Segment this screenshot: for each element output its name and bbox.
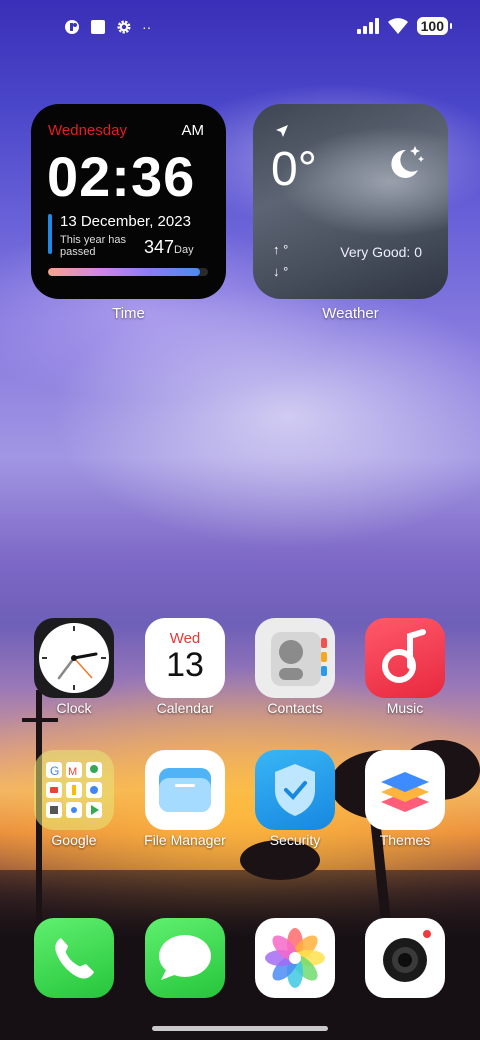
ampm-label: AM	[181, 122, 205, 139]
date-accent-bar	[48, 214, 52, 254]
dock-messages[interactable]	[130, 918, 240, 998]
google-folder-icon: G M	[34, 750, 114, 830]
camera-icon	[365, 918, 445, 998]
time-widget[interactable]: Wednesday AM 02:36 13 December, 2023 Thi…	[31, 104, 226, 299]
svg-text:M: M	[68, 766, 77, 778]
app-label: Security	[269, 832, 321, 848]
weekday-label: Wednesday	[48, 122, 127, 139]
year-passed-label: This year has passed	[60, 234, 127, 258]
layers-icon	[365, 750, 445, 830]
dock-photos[interactable]	[240, 918, 350, 998]
calendar-icon: Wed 13	[145, 618, 225, 698]
status-bar: ·· 100	[0, 0, 480, 56]
folder-icon	[145, 750, 225, 830]
status-left: ··	[64, 19, 151, 35]
photos-icon	[255, 918, 335, 998]
temperature-display: 0°	[271, 143, 317, 196]
weather-widget[interactable]: 0° ↑ ° ↓ ° Very Good: 0	[253, 104, 448, 299]
svg-text:G: G	[50, 764, 59, 778]
time-widget-label: Time	[112, 305, 145, 322]
moon-stars-icon	[391, 146, 424, 178]
status-right: 100	[356, 17, 453, 35]
app-themes[interactable]: Themes	[350, 750, 460, 848]
app-label: Music	[386, 700, 424, 716]
days-passed-count: 347Day	[144, 237, 194, 258]
contacts-icon	[255, 618, 335, 698]
time-display: 02:36	[47, 145, 196, 208]
air-quality: Very Good: 0	[340, 244, 422, 260]
app-label: File Manager	[144, 832, 226, 848]
weather-widget-label: Weather	[322, 305, 379, 322]
notification-icon	[65, 20, 79, 34]
app-clock[interactable]: Clock	[19, 618, 129, 716]
phone-icon	[34, 918, 114, 998]
gesture-nav-handle[interactable]	[152, 1026, 328, 1031]
location-arrow-icon	[276, 125, 288, 137]
app-contacts[interactable]: Contacts	[240, 618, 350, 716]
app-label: Themes	[379, 832, 431, 848]
low-temp: ↓ °	[273, 264, 289, 279]
battery-icon: 100	[416, 17, 453, 35]
calendar-weekday: Wed	[169, 630, 201, 647]
days-unit: Day	[174, 244, 194, 256]
settings-gear-icon	[117, 20, 131, 34]
wallpaper-pole-bar	[22, 718, 58, 722]
low-temp-value: °	[283, 264, 289, 279]
clock-icon	[34, 618, 114, 698]
app-calendar[interactable]: Wed 13 Calendar	[130, 618, 240, 716]
year-progress-fill	[48, 268, 200, 276]
app-label: Calendar	[156, 700, 214, 716]
calendar-day: 13	[166, 646, 204, 684]
wifi-icon	[387, 18, 408, 34]
messages-icon	[145, 918, 225, 998]
app-google-folder[interactable]: G M Google	[19, 750, 129, 848]
year-progress-bar	[48, 268, 208, 276]
dock-phone[interactable]	[19, 918, 129, 998]
dock-camera[interactable]	[350, 918, 460, 998]
days-count-value: 347	[144, 237, 175, 257]
app-label: Clock	[56, 700, 92, 716]
square-app-icon	[91, 20, 105, 34]
music-icon	[365, 618, 445, 698]
signal-bars-icon	[356, 18, 379, 34]
app-label: Contacts	[267, 700, 323, 716]
high-temp: ↑ °	[273, 242, 289, 257]
app-security[interactable]: Security	[240, 750, 350, 848]
date-display: 13 December, 2023	[60, 213, 191, 230]
more-dots-icon: ··	[142, 19, 152, 35]
app-file-manager[interactable]: File Manager	[130, 750, 240, 848]
app-music[interactable]: Music	[350, 618, 460, 716]
high-temp-value: °	[283, 242, 289, 257]
shield-icon	[255, 750, 335, 830]
app-label: Google	[51, 832, 97, 848]
